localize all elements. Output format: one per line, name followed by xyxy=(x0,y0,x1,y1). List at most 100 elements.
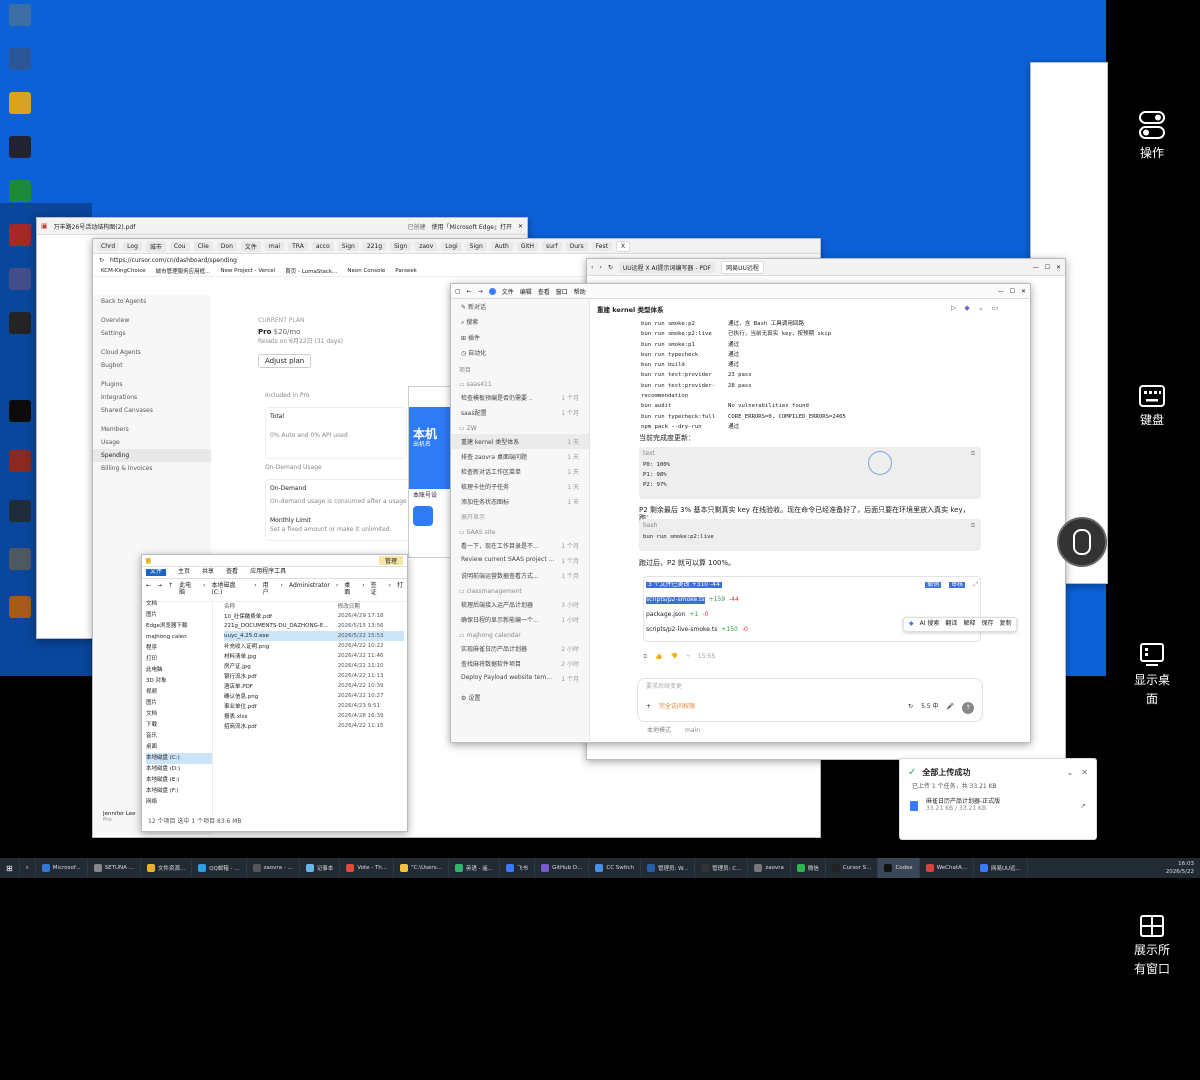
back-icon[interactable]: ← xyxy=(146,582,151,597)
desktop-icon[interactable] xyxy=(4,4,36,42)
settings-button[interactable]: ⚙ 设置 xyxy=(451,690,589,705)
taskbar-item[interactable]: "C:\Users... xyxy=(394,858,449,878)
file-row-selected[interactable]: uuyc_4.25.0.exe 2026/5/22 15:53 xyxy=(224,631,404,641)
taskbar-item[interactable]: Microsof... xyxy=(36,858,88,878)
up-icon[interactable]: ↑ xyxy=(168,582,173,597)
nav-item[interactable]: 本地磁盘 (F:) xyxy=(146,786,212,797)
taskbar-item[interactable]: zaovra xyxy=(748,858,791,878)
show-desktop-button[interactable]: 显示桌面 xyxy=(1120,643,1184,709)
sidebar-item-cloud-agents[interactable]: Cloud Agents xyxy=(93,346,211,359)
nav-item[interactable]: 打印 xyxy=(146,654,212,665)
ribbon-tab-app-tools[interactable]: 应用程序工具 xyxy=(250,568,286,576)
reload-icon[interactable]: ↻ xyxy=(99,257,104,264)
file-row[interactable]: 报表.xlsx 2026/4/28 16:39 xyxy=(224,711,404,721)
thread-item[interactable]: saas配置 1 个月 xyxy=(451,405,589,420)
taskbar-item[interactable]: 英语 - 遥... xyxy=(449,858,501,878)
start-button[interactable]: ⊞ xyxy=(0,858,20,878)
changed-file-row[interactable]: scripts/p2-smoke.ts +159 -44 xyxy=(644,593,980,608)
adjust-plan-button[interactable]: Adjust plan xyxy=(258,353,312,369)
desktop-icon[interactable] xyxy=(4,136,36,174)
sidebar-item-settings[interactable]: Settings xyxy=(93,327,211,340)
open-external-icon[interactable]: ↗ xyxy=(1080,802,1086,810)
taskbar-item[interactable]: 管理员: W... xyxy=(641,858,696,878)
collapse-icon[interactable]: ⌄ xyxy=(1067,768,1074,777)
automation-button[interactable]: ◷ 自动化 xyxy=(451,345,589,360)
bookmark[interactable]: New Project - Vercel xyxy=(220,268,275,274)
forward-icon[interactable]: › xyxy=(599,264,601,271)
taskbar-item[interactable]: 管理员: C... xyxy=(695,858,749,878)
expand-icon[interactable]: ⤢ xyxy=(973,581,978,589)
thumbs-down-icon[interactable]: 👎 xyxy=(671,653,678,661)
maximize-icon[interactable]: ☐ xyxy=(1045,264,1050,271)
browser-tabs[interactable]: Chrd Log 城市 Cou Clie Don 文件 mai TRA acco Sign 221g S… xyxy=(97,240,631,252)
show-more-link[interactable]: 展开显示 xyxy=(451,509,589,524)
model-selector[interactable]: 5.5 中 xyxy=(921,704,938,711)
taskbar-clock[interactable]: 16:03 2026/5/22 xyxy=(1166,860,1200,876)
pdf-open-message[interactable]: 使用「Microsoft Edge」打开 xyxy=(432,222,512,231)
taskbar-item[interactable]: 网易UU远... xyxy=(974,858,1028,878)
nav-item-this-pc[interactable]: 此电脑 xyxy=(146,665,212,676)
nav-item[interactable]: 3D 对象 xyxy=(146,676,212,687)
composer[interactable]: 要求后续变更 + 完全访问权限 ↻ 5.5 中 🎤 ↑ xyxy=(637,678,983,722)
android-icon[interactable] xyxy=(413,505,433,526)
thread-item[interactable]: 排查 zaovra 桌面端问题 1 天 xyxy=(451,449,589,464)
codex-window[interactable]: ▢ ← → 文件 编辑 查看 窗口 帮助 — ☐ ✕ ✎ 新对话 ⌕ 搜索 ⊞ … xyxy=(450,283,1031,743)
nav-item[interactable]: 文档 xyxy=(146,709,212,720)
nav-item[interactable]: 图片 xyxy=(146,698,212,709)
search-button[interactable]: ⌕ xyxy=(20,858,36,878)
nav-item[interactable]: 网络 xyxy=(146,797,212,808)
bookmark[interactable]: KCM-KingChoice xyxy=(101,268,146,274)
thread-item[interactable]: 检查新对话工作区菜单 1 天 xyxy=(451,464,589,479)
taskbar-item[interactable]: Vote - Th... xyxy=(340,858,395,878)
file-row[interactable]: 事业单位.pdf 2026/4/23 9:51 xyxy=(224,701,404,711)
sidebar-item-bugbot[interactable]: Bugbot xyxy=(93,359,211,372)
vscode-icon[interactable]: ◆ xyxy=(964,304,969,312)
thread-item[interactable]: 梳理后端接入运产品计划器 3 小时 xyxy=(451,597,589,612)
menu-help[interactable]: 帮助 xyxy=(574,287,586,296)
bookmark[interactable]: Parseek xyxy=(395,268,417,274)
desktop-icon[interactable] xyxy=(4,92,36,130)
review-button[interactable]: 审核 xyxy=(949,581,966,589)
file-row[interactable]: 房产证.jpg 2026/4/22 11:10 xyxy=(224,661,404,671)
nav-item[interactable]: 图片 xyxy=(146,610,212,621)
sidebar-item-shared-canvases[interactable]: Shared Canvases xyxy=(93,404,211,417)
file-row[interactable]: 确认信息.png 2026/4/22 10:27 xyxy=(224,691,404,701)
undo-button[interactable]: 撤销 xyxy=(925,581,942,589)
thread-item[interactable]: 实现麻雀日历产品计划器 2 小时 xyxy=(451,641,589,656)
sidebar-toggle-icon[interactable]: ▢ xyxy=(455,288,461,295)
bookmark[interactable]: 首页 - LumaStack... xyxy=(285,267,337,275)
thread-item[interactable]: 添加任务状态图标 1 天 xyxy=(451,494,589,509)
thread-item[interactable]: Deploy Payload website tem... 1 个月 xyxy=(451,671,589,686)
thread-item[interactable]: Review current SAAS project ... 1 个月 xyxy=(451,553,589,568)
thread-item[interactable]: 检查模板预编是否仍需要 .. 1 个月 xyxy=(451,390,589,405)
sidebar-item-usage[interactable]: Usage xyxy=(93,436,211,449)
mic-icon[interactable]: 🎤 xyxy=(947,704,954,711)
minimize-icon[interactable]: — xyxy=(1033,264,1039,271)
taskbar-item[interactable]: 记事本 xyxy=(300,858,341,878)
project-group[interactable]: ▭ saas411 xyxy=(451,376,589,390)
reload-icon[interactable]: ↻ xyxy=(608,264,613,271)
copy-icon[interactable]: ⧉ xyxy=(971,450,975,458)
back-to-agents-link[interactable]: Back to Agents xyxy=(93,295,211,308)
uu-tab-remote[interactable]: 网易UU远程 xyxy=(721,260,764,274)
nav-item[interactable]: 视频 xyxy=(146,687,212,698)
sidebar-item-integrations[interactable]: Integrations xyxy=(93,391,211,404)
ribbon-tab-view[interactable]: 查看 xyxy=(226,568,238,576)
menu-edit[interactable]: 编辑 xyxy=(520,287,532,296)
minimize-icon[interactable]: — xyxy=(998,288,1004,295)
ai-search-button[interactable]: AI 搜索 xyxy=(920,620,940,628)
uu-tab-pdf[interactable]: UU远程 X AI提示词编写器 - PDF xyxy=(618,261,716,273)
forward-icon[interactable]: → xyxy=(478,288,483,295)
manage-tab[interactable]: 管理 xyxy=(378,556,403,565)
back-icon[interactable]: ← xyxy=(467,288,472,295)
close-icon[interactable]: ✕ xyxy=(1081,768,1088,777)
translate-button[interactable]: 翻译 xyxy=(945,620,957,628)
new-chat-button[interactable]: ✎ 新对话 xyxy=(451,299,589,314)
permission-selector[interactable]: 完全访问权限 xyxy=(659,704,695,711)
add-icon[interactable]: + xyxy=(646,704,651,711)
nav-item[interactable]: 文档 xyxy=(146,599,212,610)
file-row[interactable]: 10_社保缴费单.pdf 2026/4/29 17:18 xyxy=(224,611,404,621)
address-bar[interactable]: https://cursor.com/cn/dashboard/spending xyxy=(110,257,237,264)
close-icon[interactable]: ✕ xyxy=(1021,288,1026,295)
explain-button[interactable]: 解释 xyxy=(963,620,975,628)
